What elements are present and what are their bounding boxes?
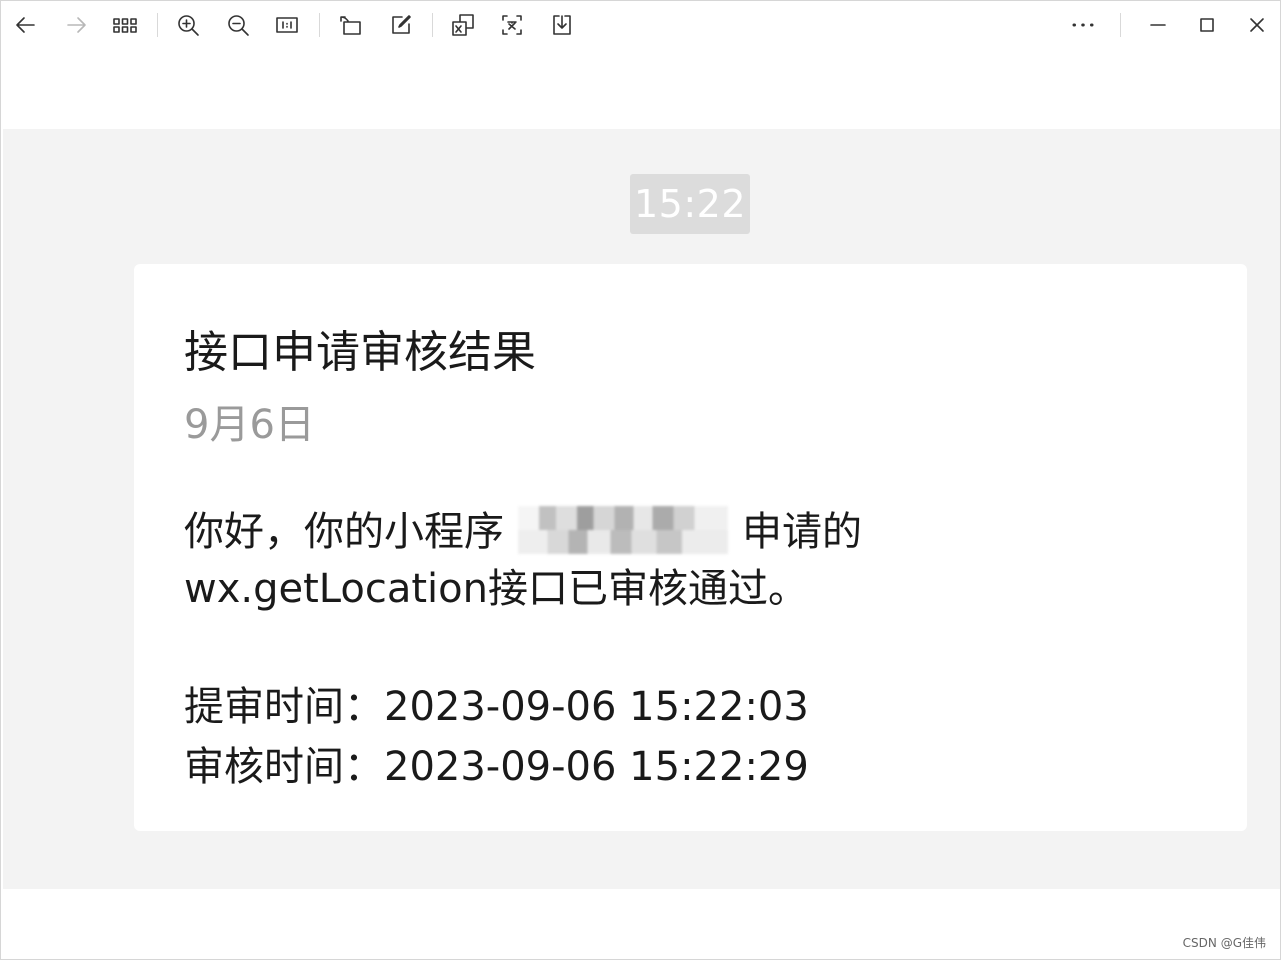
close-icon: [1250, 18, 1264, 32]
toolbar-divider: [432, 13, 433, 37]
back-icon: [16, 17, 35, 33]
toolbar-divider: [319, 13, 320, 37]
card-date: 9月6日: [184, 402, 315, 448]
notification-card: 接口申请审核结果 9月6日 你好，你的小程序 申请的 wx.getLocation…: [134, 264, 1247, 831]
grid-view-button[interactable]: [109, 9, 141, 41]
message-prefix: 你好，你的小程序: [184, 509, 504, 555]
minimize-icon: [1150, 24, 1166, 26]
minimize-button[interactable]: [1142, 9, 1174, 41]
toolbar-divider: [1120, 13, 1121, 37]
translate-button[interactable]: [447, 9, 479, 41]
message-line-1: 你好，你的小程序 申请的: [184, 499, 862, 558]
zoom-in-icon: [178, 15, 199, 36]
toolbar-divider: [157, 13, 158, 37]
maximize-button[interactable]: [1191, 9, 1223, 41]
review-time: 审核时间：2023-09-06 15:22:29: [184, 744, 809, 790]
grid-view-icon: [113, 18, 137, 33]
message-line-2: wx.getLocation接口已审核通过。: [184, 566, 808, 612]
toolbar: [1, 1, 1281, 51]
download-button[interactable]: [546, 9, 578, 41]
message-suffix: 申请的: [742, 509, 862, 555]
chat-timestamp: 15:22: [630, 174, 750, 234]
download-icon: [553, 15, 571, 35]
back-button[interactable]: [10, 9, 42, 41]
close-button[interactable]: [1241, 9, 1273, 41]
edit-icon: [392, 15, 411, 34]
translate-icon: [452, 14, 474, 36]
edit-button[interactable]: [385, 9, 417, 41]
extract-text-icon: [502, 15, 522, 35]
rotate-button[interactable]: [334, 9, 366, 41]
card-title: 接口申请审核结果: [184, 327, 536, 378]
forward-button[interactable]: [60, 9, 92, 41]
actual-size-button[interactable]: [271, 9, 303, 41]
more-icon: [1072, 23, 1094, 27]
actual-size-icon: [276, 17, 298, 33]
forward-icon: [67, 17, 86, 33]
redacted-app-name: [518, 506, 728, 554]
extract-text-button[interactable]: [496, 9, 528, 41]
submit-time: 提审时间：2023-09-06 15:22:03: [184, 684, 809, 730]
zoom-out-icon: [228, 15, 249, 36]
watermark: CSDN @G佳伟: [1182, 936, 1266, 950]
image-canvas[interactable]: 15:22 接口申请审核结果 9月6日 你好，你的小程序 申请的 wx.getLo…: [3, 129, 1280, 889]
rotate-icon: [340, 16, 361, 35]
more-button[interactable]: [1067, 9, 1099, 41]
zoom-in-button[interactable]: [172, 9, 204, 41]
image-viewer-window: 15:22 接口申请审核结果 9月6日 你好，你的小程序 申请的 wx.getLo…: [0, 0, 1281, 960]
zoom-out-button[interactable]: [222, 9, 254, 41]
maximize-icon: [1200, 18, 1214, 32]
